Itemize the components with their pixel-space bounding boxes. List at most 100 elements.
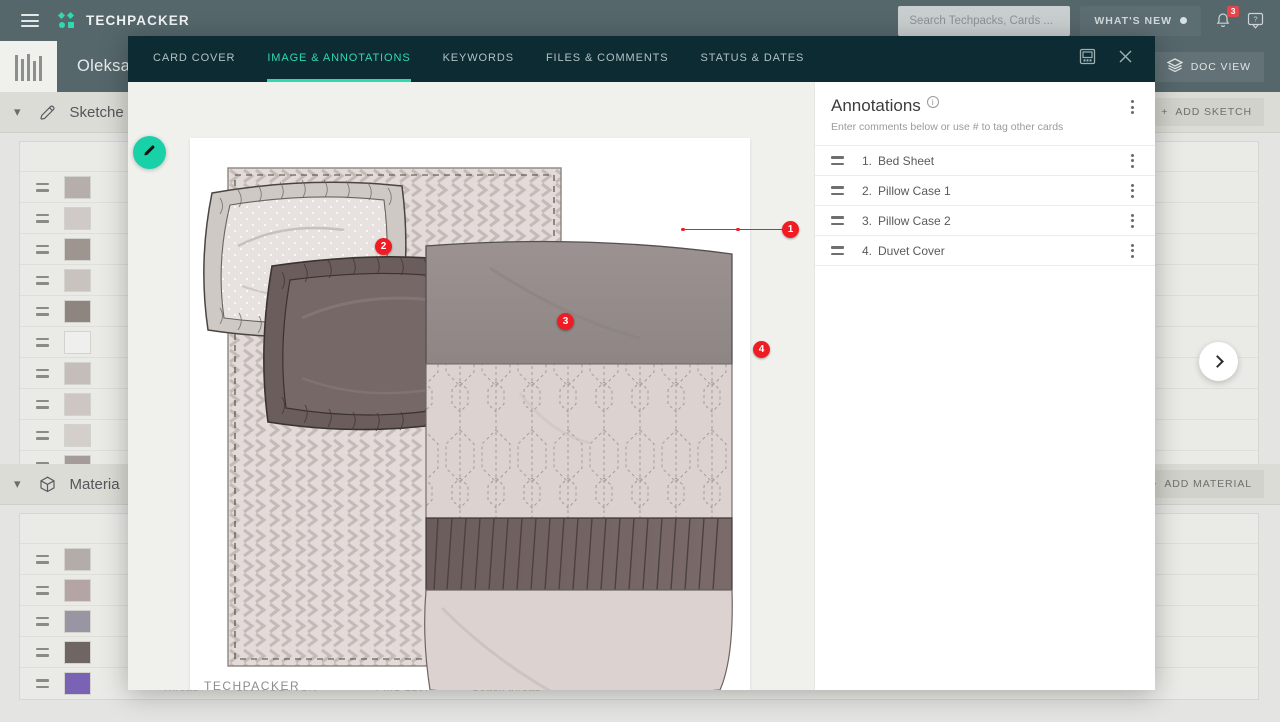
row-thumbnail[interactable] — [64, 175, 91, 199]
drag-handle-icon[interactable] — [831, 216, 844, 226]
drag-handle-icon[interactable] — [36, 368, 49, 378]
annotation-menu-button[interactable] — [1125, 183, 1139, 198]
row-thumbnail[interactable] — [64, 392, 91, 416]
next-card-button[interactable] — [1199, 342, 1238, 381]
image-annotations-modal: CARD COVER IMAGE & ANNOTATIONS KEYWORDS FIL… — [128, 36, 1155, 690]
modal-body: TECHPACKER 1 2 3 4 Annotations i Enter comme… — [128, 82, 1155, 690]
tab-status-dates[interactable]: STATUS & DATES — [701, 36, 805, 82]
drag-handle-icon[interactable] — [36, 306, 49, 316]
drag-handle-icon[interactable] — [36, 399, 49, 409]
plus-icon: + — [1161, 105, 1169, 118]
row-thumbnail[interactable] — [64, 547, 91, 571]
edit-image-button[interactable] — [133, 136, 166, 169]
row-thumbnail[interactable] — [64, 672, 91, 695]
annotation-marker-3[interactable]: 3 — [557, 313, 574, 330]
search-box[interactable] — [898, 5, 1071, 36]
search-input[interactable] — [909, 14, 1060, 27]
drag-handle-icon[interactable] — [831, 186, 844, 196]
row-thumbnail[interactable] — [64, 268, 91, 292]
logo-lines-icon — [15, 53, 42, 81]
annotations-header: Annotations i Enter comments below or use… — [815, 82, 1155, 147]
page-title: Annotations — [831, 96, 921, 116]
annotation-row[interactable]: 2. Pillow Case 1 — [815, 176, 1155, 207]
drag-handle-icon[interactable] — [831, 246, 844, 256]
annotated-image[interactable]: TECHPACKER — [190, 138, 750, 690]
annotation-marker-4[interactable]: 4 — [753, 341, 770, 358]
close-icon — [1118, 49, 1133, 69]
annotation-index: 1. — [862, 153, 873, 168]
annotations-menu-button[interactable] — [1125, 96, 1139, 114]
drag-handle-icon[interactable] — [36, 337, 49, 347]
annotation-index: 3. — [862, 213, 873, 228]
row-thumbnail[interactable] — [64, 640, 91, 664]
drag-handle-icon[interactable] — [36, 585, 49, 595]
row-thumbnail[interactable] — [64, 206, 91, 230]
annotations-panel: Annotations i Enter comments below or use… — [814, 82, 1155, 690]
drag-handle-icon[interactable] — [831, 156, 844, 166]
row-thumbnail[interactable] — [64, 423, 91, 447]
row-thumbnail[interactable] — [64, 361, 91, 385]
project-logo — [0, 41, 57, 92]
drag-handle-icon[interactable] — [36, 679, 49, 688]
annotation-marker-1[interactable]: 1 — [782, 221, 799, 238]
layers-icon — [1166, 58, 1184, 75]
top-navigation-bar: TECHPACKER WHAT'S NEW 3 ? — [0, 0, 1280, 41]
annotation-row[interactable]: 3. Pillow Case 2 — [815, 206, 1155, 237]
hamburger-icon[interactable] — [21, 14, 39, 27]
tab-image-annotations[interactable]: IMAGE & ANNOTATIONS — [267, 36, 411, 82]
info-icon[interactable]: i — [926, 96, 939, 108]
techpacker-logo-icon — [57, 11, 77, 29]
tab-files-comments[interactable]: FILES & COMMENTS — [546, 36, 669, 82]
row-thumbnail[interactable] — [64, 609, 91, 633]
annotation-row[interactable]: 1. Bed Sheet — [815, 146, 1155, 177]
drag-handle-icon[interactable] — [36, 182, 49, 192]
brand-logo[interactable]: TECHPACKER — [57, 11, 190, 29]
annotation-marker-2[interactable]: 2 — [375, 238, 392, 255]
row-thumbnail[interactable] — [64, 578, 91, 602]
row-thumbnail[interactable] — [64, 237, 91, 261]
notifications-button[interactable]: 3 — [1215, 6, 1239, 29]
whats-new-button[interactable]: WHAT'S NEW — [1080, 5, 1201, 36]
image-watermark: TECHPACKER — [204, 679, 300, 690]
annotation-menu-button[interactable] — [1125, 213, 1139, 228]
annotation-label: Duvet Cover — [878, 243, 945, 258]
help-icon: ? — [1247, 12, 1264, 29]
drag-handle-icon[interactable] — [36, 275, 49, 285]
chevron-down-icon[interactable]: ▾ — [14, 104, 21, 120]
annotation-label: Bed Sheet — [878, 153, 935, 168]
notification-badge: 3 — [1227, 6, 1239, 18]
drag-handle-icon[interactable] — [36, 616, 49, 626]
row-thumbnail[interactable] — [64, 299, 91, 323]
drag-handle-icon[interactable] — [36, 430, 49, 440]
drag-handle-icon[interactable] — [36, 213, 49, 223]
row-thumbnail[interactable] — [64, 330, 91, 354]
doc-view-button[interactable]: DOC VIEW — [1153, 51, 1264, 82]
annotation-row[interactable]: 4. Duvet Cover — [815, 236, 1155, 267]
add-sketch-button[interactable]: + ADD SKETCH — [1149, 98, 1264, 126]
whats-new-label: WHAT'S NEW — [1094, 14, 1172, 27]
add-sketch-label: ADD SKETCH — [1175, 106, 1252, 118]
help-button[interactable]: ? — [1247, 12, 1264, 29]
tab-card-cover[interactable]: CARD COVER — [153, 36, 235, 82]
modal-tabs: CARD COVER IMAGE & ANNOTATIONS KEYWORDS FIL… — [153, 36, 836, 82]
annotation-menu-button[interactable] — [1125, 243, 1139, 258]
annotation-leader-midpoint — [736, 227, 740, 231]
annotation-label: Pillow Case 1 — [878, 183, 951, 198]
drag-handle-icon[interactable] — [36, 554, 49, 564]
save-button[interactable] — [1079, 48, 1096, 70]
close-button[interactable] — [1118, 49, 1133, 69]
annotations-title-row: Annotations i — [831, 96, 1063, 116]
annotations-list: 1. Bed Sheet 2. Pillow Case 1 3. Pillow Case … — [815, 146, 1155, 267]
chevron-down-icon[interactable]: ▾ — [14, 476, 21, 492]
section-title-sketches: Sketche — [69, 103, 124, 121]
annotations-subtitle: Enter comments below or use # to tag oth… — [831, 121, 1064, 134]
cube-icon — [38, 475, 57, 494]
brand-name: TECHPACKER — [86, 13, 190, 28]
section-title-materials: Materia — [69, 475, 120, 493]
annotation-label: Pillow Case 2 — [878, 213, 951, 228]
add-material-button[interactable]: + ADD MATERIAL — [1138, 470, 1264, 498]
drag-handle-icon[interactable] — [36, 244, 49, 254]
annotation-menu-button[interactable] — [1125, 153, 1139, 168]
tab-keywords[interactable]: KEYWORDS — [443, 36, 514, 82]
drag-handle-icon[interactable] — [36, 647, 49, 657]
